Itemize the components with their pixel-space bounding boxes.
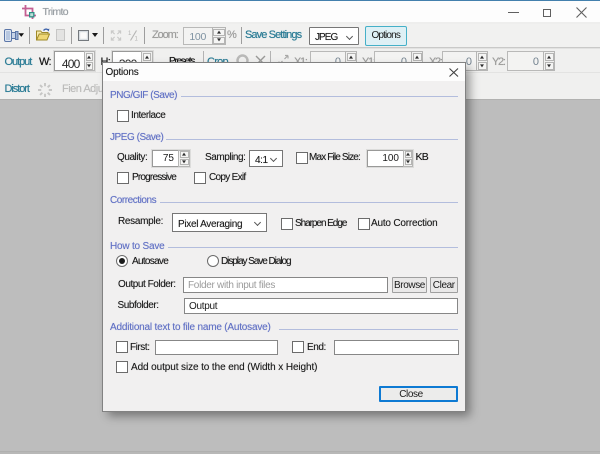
svg-text:1: 1 xyxy=(128,31,132,37)
svg-text:1: 1 xyxy=(135,37,139,42)
